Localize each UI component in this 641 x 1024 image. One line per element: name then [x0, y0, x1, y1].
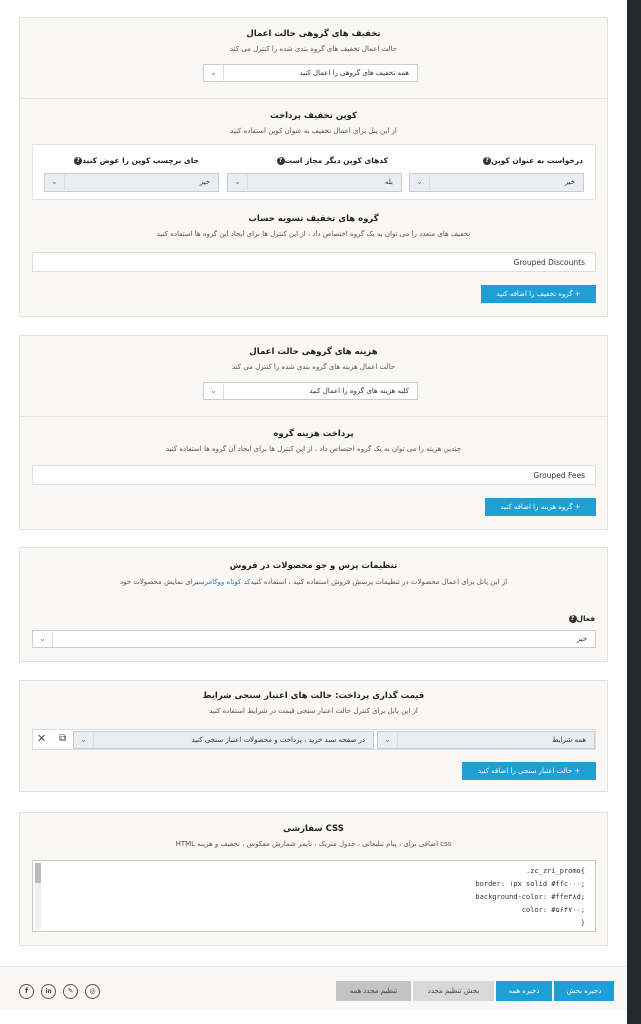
settle-groups-section: گروه های تخفیف تسویه حساب تخفیف های متعد… [19, 214, 608, 238]
chevron-down-icon: ⌄ [204, 65, 224, 81]
code-line: ;background-color: #ffe۳۸d [475, 893, 585, 901]
other-coupons-allowed-select[interactable]: ⌄ بله [227, 173, 402, 192]
group-fee-mode-select[interactable]: ⌄ کلیه هزینه های گروه را اعمال کنید [203, 382, 418, 400]
linkedin-icon[interactable]: in [41, 984, 56, 999]
add-fee-group-button[interactable]: + گروه هزینه را اضافه کنید [485, 498, 596, 516]
reset-section-button[interactable]: بخش تنظیم مجدد [413, 981, 494, 1001]
custom-css-title: CSS سفارشی [283, 824, 344, 834]
code-line: ;color: #۵۶۴۷۰۰ [521, 906, 585, 914]
conditions-desc: از این پانل برای کنترل حالت اعتبار سنجی … [209, 707, 418, 715]
group-fee-mode-desc: حالت اعمال هزینه های گروه بندی شده را کن… [232, 363, 395, 371]
code-line: { [580, 919, 585, 927]
conditions-header: قیمت گذاری پرداخت: حالت های اعتبار سنجی … [20, 691, 607, 715]
settings-page: تخفیف های گروهی حالت اعمال حالت اعمال تخ… [0, 0, 627, 1024]
coupon-fields-box: درخواست به عنوان کوپن? کدهای کوپن دیگر م… [32, 144, 596, 200]
group-fee-mode-title: هزینه های گروهی حالت اعمال [249, 347, 378, 357]
help-icon[interactable]: ? [568, 615, 577, 623]
fee-payment-section: پرداخت هزینه گروه چندین هزینه را می توان… [20, 429, 607, 453]
discount-group-name-field[interactable]: Grouped Discounts [32, 252, 596, 272]
coupon-title: کوپن تخفیف پرداخت [270, 111, 357, 121]
help-icon[interactable]: ? [276, 157, 285, 165]
product-search-panel: تنظیمات پرس و جو محصولات در فروش از این … [19, 547, 608, 662]
validation-context-select[interactable]: ⌄ در صفحه سبد خرید ، پرداخت و محصولات اع… [73, 731, 374, 749]
fee-group-name-field[interactable]: Grouped Fees [32, 465, 596, 485]
footer-bar: f in ✎ ◎ ذخیره بخش ذخیره همه بخش تنظیم م… [0, 966, 627, 1010]
condition-mode-select[interactable]: ⌄ همه شرایط [377, 731, 595, 749]
group-discount-mode-section: تخفیف های گروهی حالت اعمال حالت اعمال تخ… [20, 29, 607, 53]
custom-css-textarea[interactable]: }zc_zri_promo. ;border: ۱px solid #ffc۰۰… [32, 860, 596, 932]
add-discount-group-button[interactable]: + گروه تخفیف را اضافه کنید [481, 285, 596, 303]
save-section-button[interactable]: ذخیره بخش [554, 981, 614, 1001]
product-search-header: تنظیمات پرس و جو محصولات در فروش از این … [20, 561, 607, 586]
swap-coupon-label-select[interactable]: ⌄ خیر [44, 173, 219, 192]
chevron-down-icon: ⌄ [378, 732, 398, 748]
woocommerce-shortcode-link[interactable]: کد کوتاه ووکامرس [199, 578, 251, 586]
brush-icon[interactable]: ✎ [63, 984, 78, 999]
active-select[interactable]: ⌄ خیر [32, 630, 596, 648]
chevron-down-icon: ⌄ [45, 174, 65, 190]
condition-row: ⌄ همه شرایط ⌄ در صفحه سبد خرید ، پرداخت … [32, 729, 596, 750]
chevron-down-icon: ⌄ [33, 631, 53, 647]
add-validation-mode-button[interactable]: + حالت اعتبار سنجی را اضافه کنید [462, 762, 596, 780]
fees-panel: هزینه های گروهی حالت اعمال حالت اعمال هز… [19, 335, 608, 530]
group-discount-mode-desc: حالت اعمال تخفیف های گروه بندی شده را کن… [230, 45, 397, 53]
custom-css-header: CSS سفارشی css اضافی برای ، پیام تبلیغات… [20, 824, 607, 848]
coupon-field-label: کدهای کوپن دیگر مجاز است? [273, 156, 388, 165]
facebook-icon[interactable]: f [19, 984, 34, 999]
chevron-down-icon: ⌄ [410, 174, 430, 190]
fee-payment-title: پرداخت هزینه گروه [273, 429, 354, 439]
coupon-field-label: جای برچسب کوپن را عوض کنید? [70, 156, 199, 165]
coupon-desc: از این پنل برای اعمال تخفیف به عنوان کوپ… [230, 127, 397, 135]
code-line: ;border: ۱px solid #ffc۰۰۰ [475, 880, 585, 888]
help-icon[interactable]: ? [74, 157, 83, 165]
coupon-field-label: درخواست به عنوان کوپن? [479, 156, 583, 165]
duplicate-icon[interactable]: ⧉ [59, 733, 66, 744]
chevron-down-icon: ⌄ [74, 732, 94, 748]
group-discount-mode-title: تخفیف های گروهی حالت اعمال [246, 29, 381, 39]
custom-css-desc: css اضافی برای ، پیام تبلیغاتی ، جدول مت… [175, 840, 452, 848]
help-icon[interactable]: ? [483, 157, 492, 165]
chevron-down-icon: ⌄ [204, 383, 224, 399]
save-all-button[interactable]: ذخیره همه [496, 981, 552, 1001]
conditions-panel: قیمت گذاری پرداخت: حالت های اعتبار سنجی … [19, 680, 608, 792]
divider [20, 416, 607, 417]
divider [20, 98, 607, 99]
settle-groups-desc: تخفیف های متعدد را می توان به یک گروه اخ… [156, 230, 471, 238]
code-line: }zc_zri_promo. [525, 867, 585, 875]
page-scrollbar[interactable] [627, 0, 641, 1024]
apply-as-coupon-select[interactable]: ⌄ خیر [409, 173, 584, 192]
settle-groups-title: گروه های تخفیف تسویه حساب [248, 214, 379, 224]
instagram-icon[interactable]: ◎ [85, 984, 100, 999]
fee-payment-desc: چندین هزینه را می توان به یک گروه اختصاص… [165, 445, 462, 453]
group-discount-mode-select[interactable]: ⌄ همه تخفیف های گروهی را اعمال کنید [203, 64, 418, 82]
close-icon[interactable]: ✕ [37, 732, 46, 745]
reset-all-button[interactable]: تنظیم مجدد همه [336, 981, 411, 1001]
active-label: فعال? [565, 614, 595, 623]
product-search-desc: از این پانل برای اعمال محصولات در تنظیما… [119, 578, 508, 586]
textarea-scroll-thumb[interactable] [35, 863, 41, 883]
coupon-section: کوپن تخفیف پرداخت از این پنل برای اعمال … [20, 111, 607, 135]
group-fee-mode-section: هزینه های گروهی حالت اعمال حالت اعمال هز… [20, 347, 607, 371]
chevron-down-icon: ⌄ [228, 174, 248, 190]
conditions-title: قیمت گذاری پرداخت: حالت های اعتبار سنجی … [202, 691, 425, 701]
product-search-title: تنظیمات پرس و جو محصولات در فروش [229, 561, 398, 571]
